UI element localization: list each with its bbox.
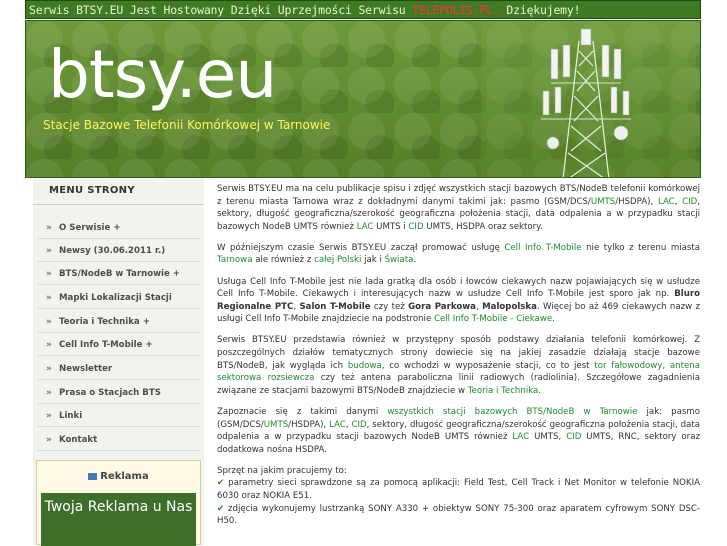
tarnowa-link[interactable]: Tarnowa	[217, 255, 252, 265]
text: Zapoznacie się z takimi danymi	[217, 406, 388, 417]
site-banner: btsy.eu Stacje Bazowe Telefonii Komórkow…	[25, 20, 701, 178]
menu-item-cell-info[interactable]: » Cell Info T-Mobile +	[37, 334, 200, 356]
ad-heading: Reklama	[37, 461, 200, 493]
calej-polski-link[interactable]: całej Polski	[314, 255, 361, 265]
lac-link[interactable]: LAC	[512, 432, 529, 442]
text: nie tylko z terenu miasta	[581, 242, 700, 253]
text: Usługa Cell Info T-Mobile jest nie lada …	[217, 276, 700, 300]
site-subtitle: Stacje Bazowe Telefonii Komórkowej w Tar…	[43, 118, 331, 132]
text: .	[552, 314, 555, 325]
hosting-notice-text: Serwis BTSY.EU Jest Hostowany Dzięki Upr…	[29, 3, 413, 17]
budowa-link[interactable]: budowa	[348, 361, 382, 371]
equipment-paragraph: Sprzęt na jakim pracujemy to: ✔ parametr…	[217, 465, 700, 528]
menu-item-mapki[interactable]: » Mapki Lokalizacji Stacji	[37, 287, 200, 309]
data-paragraph: Zapoznacie się z takimi danymi wszystkic…	[217, 406, 700, 456]
basics-paragraph: Serwis BTSY.EU przedstawia również w prz…	[217, 334, 700, 397]
cid-link[interactable]: CID	[682, 197, 697, 207]
text: jak i	[361, 255, 385, 266]
telepolis-link[interactable]: TELEPOLIS.PL.	[412, 3, 500, 17]
menu-item-prasa[interactable]: » Prasa o Stacjach BTS	[37, 382, 200, 404]
menu-item-newsy[interactable]: » Newsy (30.06.2011 r.)	[37, 240, 200, 262]
menu-item-label: BTS/NodeB w Tarnowie +	[59, 269, 181, 279]
umts-link[interactable]: UMTS	[264, 420, 288, 430]
lac-link[interactable]: LAC	[357, 222, 374, 232]
cell-info-paragraph: W późniejszym czasie Serwis BTSY.EU zacz…	[217, 242, 700, 267]
menu-item-bts-nodeb[interactable]: » BTS/NodeB w Tarnowie +	[37, 263, 200, 285]
menu-item-kontakt[interactable]: » Kontakt	[37, 429, 200, 451]
text: .	[413, 255, 417, 266]
text: /HSDPA),	[615, 196, 658, 207]
monitor-icon	[88, 473, 98, 480]
arrow-right-icon: »	[46, 435, 52, 445]
text: UMTS, HSDPA oraz sektory.	[423, 221, 543, 232]
menu-item-label: Cell Info T-Mobile +	[59, 340, 153, 350]
menu-item-label: Linki	[59, 411, 83, 421]
menu-item-label: Teoria i Technika +	[59, 317, 150, 327]
arrow-right-icon: »	[46, 269, 52, 279]
cell-tower-image	[481, 21, 696, 177]
text: /HSDPA),	[288, 419, 330, 430]
menu-item-linki[interactable]: » Linki	[37, 405, 200, 427]
ad-box: Reklama Twoja Reklama u Nas	[36, 460, 201, 546]
ad-banner[interactable]: Twoja Reklama u Nas	[41, 493, 196, 546]
cid-link[interactable]: CID	[352, 420, 367, 430]
ad-heading-label: Reklama	[100, 471, 149, 482]
main-content: Serwis BTSY.EU ma na celu publikacje spi…	[217, 183, 700, 536]
text: Sprzęt na jakim pracujemy to:	[217, 465, 347, 476]
intro-paragraph: Serwis BTSY.EU ma na celu publikacje spi…	[217, 183, 700, 233]
arrow-right-icon: »	[46, 317, 52, 327]
swiata-link[interactable]: Świata	[385, 255, 414, 265]
menu-item-label: Prasa o Stacjach BTS	[59, 388, 161, 398]
menu-item-label: Newsletter	[59, 364, 113, 374]
menu-item-o-serwisie[interactable]: » O Serwisie +	[37, 217, 200, 239]
text: UMTS,	[529, 432, 567, 443]
hosting-thanks-text: Dziękujemy!	[499, 3, 581, 17]
all-stations-link[interactable]: wszystkich stacji bazowych BTS/NodeB w T…	[387, 407, 637, 417]
arrow-right-icon: »	[46, 340, 52, 350]
teoria-link[interactable]: Teoria i Technika	[468, 386, 539, 396]
menu-item-label: O Serwisie +	[59, 223, 121, 233]
text: czy też	[370, 301, 409, 312]
text: .	[538, 385, 542, 396]
arrow-right-icon: »	[46, 223, 52, 233]
text: parametry sieci sprawdzone są za pomocą …	[217, 478, 700, 501]
menu-item-teoria[interactable]: » Teoria i Technika +	[37, 311, 200, 333]
text: UMTS i	[373, 221, 409, 232]
cell-info-link[interactable]: Cell Info T-Mobile	[504, 243, 581, 253]
umts-link[interactable]: UMTS	[591, 197, 615, 207]
bold-text: Gora Parkowa	[408, 301, 476, 312]
cid-link[interactable]: CID	[566, 432, 581, 442]
arrow-right-icon: »	[46, 364, 52, 374]
lac-link[interactable]: LAC	[329, 420, 346, 430]
site-logo-title[interactable]: btsy.eu	[48, 35, 277, 115]
arrow-right-icon: »	[46, 246, 52, 256]
arrow-right-icon: »	[46, 411, 52, 421]
cid-link[interactable]: CID	[408, 222, 423, 232]
arrow-right-icon: »	[46, 293, 52, 303]
menu-item-label: Kontakt	[59, 435, 98, 445]
cell-info-ciekawe-link[interactable]: Cell Info T-Mobile - Ciekawe	[434, 314, 552, 324]
text: zdjęcia wykonujemy lustrzanką SONY A330 …	[217, 503, 700, 527]
hosting-notice-bar: Serwis BTSY.EU Jest Hostowany Dzięki Upr…	[25, 0, 701, 19]
text: , co wchodzi w wyposażenie stacji, co to…	[381, 360, 595, 371]
text: ,	[674, 196, 683, 207]
menu-item-label: Mapki Lokalizacji Stacji	[59, 293, 172, 303]
text: ale również z	[252, 255, 315, 266]
bold-text: Salon T-Mobile	[299, 301, 371, 312]
lac-link[interactable]: LAC	[658, 197, 675, 207]
menu-item-label: Newsy (30.06.2011 r.)	[59, 246, 166, 256]
menu-heading: MENU STRONY	[33, 178, 204, 205]
names-paragraph: Usługa Cell Info T-Mobile jest nie lada …	[217, 276, 700, 326]
text: W późniejszym czasie Serwis BTSY.EU zacz…	[217, 242, 505, 253]
bold-text: Malopolska	[482, 301, 537, 312]
menu-item-newsletter[interactable]: » Newsletter	[37, 358, 200, 380]
arrow-right-icon: »	[46, 388, 52, 398]
